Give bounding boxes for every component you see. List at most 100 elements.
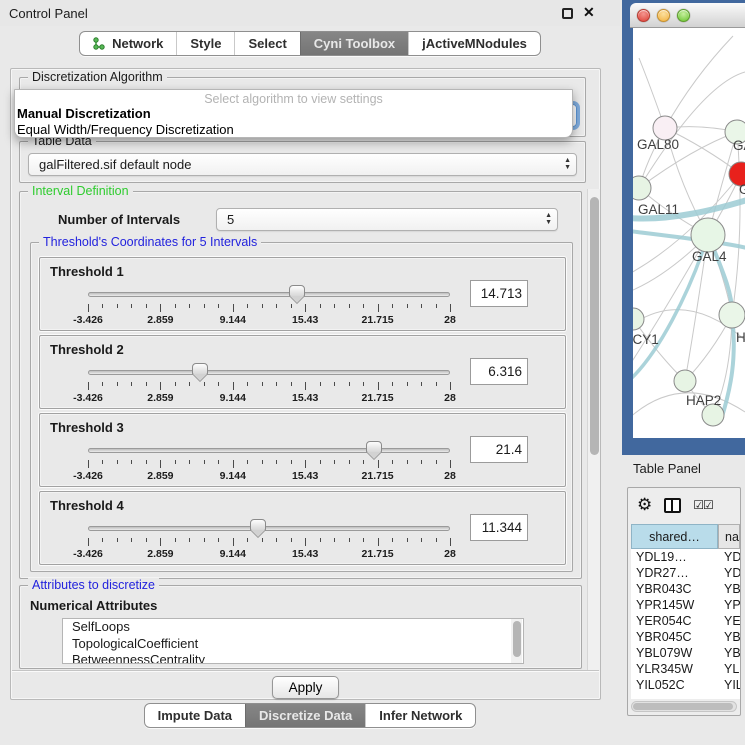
network-window: GAL80GAGGAL11GAL4GCY1HHAP2: [622, 0, 745, 455]
network-window-titlebar[interactable]: [630, 3, 745, 28]
tab-cyni-toolbox[interactable]: Cyni Toolbox: [300, 32, 408, 55]
select-columns-icon[interactable]: ☑☑: [693, 498, 713, 512]
slider-tick-labels: -3.4262.8599.14415.4321.71528: [88, 392, 450, 404]
column-header[interactable]: shared…: [631, 524, 718, 549]
tab-impute-data[interactable]: Impute Data: [145, 704, 245, 727]
slider-track[interactable]: [88, 370, 450, 375]
slider-track[interactable]: [88, 292, 450, 297]
float-window-icon[interactable]: [562, 8, 573, 19]
table-row[interactable]: YDL19…YDL1: [631, 549, 740, 565]
num-intervals-label: Number of Intervals: [58, 212, 180, 227]
split-columns-icon[interactable]: [664, 498, 681, 513]
threshold-panel: Threshold 2 -3.4262.8599.14415.4321.71528…: [39, 335, 566, 409]
tab-network[interactable]: Network: [80, 32, 176, 55]
node-label: GAL80: [637, 137, 679, 152]
table-cell: YER0: [718, 613, 740, 629]
tab-label: jActiveMNodules: [422, 36, 527, 51]
interval-definition-group: Interval Definition Number of Intervals …: [19, 191, 582, 579]
table-row[interactable]: YPR145WYPR1: [631, 597, 740, 613]
threshold-panel: Threshold 3 -3.4262.8599.14415.4321.71528…: [39, 413, 566, 487]
network-edge[interactable]: [633, 319, 685, 381]
node-label: GCY1: [633, 332, 659, 347]
threshold-slider[interactable]: -3.4262.8599.14415.4321.71528: [88, 518, 450, 562]
table-cell: YIL052C: [631, 677, 718, 693]
threshold-label: Threshold 3: [50, 420, 124, 435]
table-row[interactable]: YIL052CYIL0: [631, 677, 740, 693]
slider-tick-labels: -3.4262.8599.14415.4321.71528: [88, 548, 450, 560]
tab-discretize-data[interactable]: Discretize Data: [245, 704, 365, 727]
tab-infer-network[interactable]: Infer Network: [365, 704, 475, 727]
network-edge[interactable]: [665, 36, 733, 128]
thresholds-group: Threshold's Coordinates for 5 Intervals …: [30, 242, 573, 572]
network-node[interactable]: [691, 218, 725, 252]
threshold-value-field[interactable]: 21.4: [470, 436, 528, 463]
node-label: H: [736, 330, 745, 345]
tab-label: Discretize Data: [259, 708, 352, 723]
slider-track[interactable]: [88, 526, 450, 531]
slider-thumb[interactable]: [192, 363, 208, 382]
table-horizontal-scrollbar[interactable]: [631, 701, 737, 712]
network-node[interactable]: [674, 370, 696, 392]
num-intervals-combobox[interactable]: 5 ▲▼: [216, 208, 558, 231]
table-panel-title: Table Panel: [633, 461, 701, 476]
minimize-traffic-light[interactable]: [657, 9, 670, 22]
threshold-value-field[interactable]: 6.316: [470, 358, 528, 385]
threshold-slider[interactable]: -3.4262.8599.14415.4321.71528: [88, 284, 450, 328]
network-node[interactable]: [719, 302, 745, 328]
table-row[interactable]: YBR045CYBR0: [631, 629, 740, 645]
node-table: shared…na YDL19…YDL1YDR27…YDR2YBR043CYBR…: [631, 524, 740, 699]
tab-label: Style: [190, 36, 221, 51]
settings-gear-icon[interactable]: ⚙: [637, 495, 652, 515]
attributes-list-scrollbar[interactable]: [511, 619, 522, 663]
threshold-label: Threshold 2: [50, 342, 124, 357]
slider-thumb[interactable]: [289, 285, 305, 304]
slider-thumb[interactable]: [366, 441, 382, 460]
group-title: Threshold's Coordinates for 5 Intervals: [39, 235, 261, 249]
dropdown-option[interactable]: Equal Width/Frequency Discretization: [15, 122, 572, 138]
table-cell: YDR27…: [631, 565, 718, 581]
table-row[interactable]: YER054CYER0: [631, 613, 740, 629]
combobox-value: 5: [227, 212, 234, 227]
tab-select[interactable]: Select: [234, 32, 299, 55]
table-cell: YER054C: [631, 613, 718, 629]
numerical-attributes-label: Numerical Attributes: [30, 598, 157, 613]
attribute-list-item[interactable]: SelfLoops: [63, 619, 523, 636]
attribute-list-item[interactable]: TopologicalCoefficient: [63, 636, 523, 653]
table-data-combobox[interactable]: galFiltered.sif default node ▲▼: [28, 153, 577, 176]
table-cell: YBR043C: [631, 581, 718, 597]
attribute-list-item[interactable]: BetweennessCentrality: [63, 652, 523, 664]
attributes-group: Attributes to discretize Numerical Attri…: [19, 585, 582, 669]
network-node[interactable]: [633, 308, 644, 330]
dropdown-hint: Select algorithm to view settings: [15, 92, 572, 106]
zoom-traffic-light[interactable]: [677, 9, 690, 22]
slider-thumb[interactable]: [250, 519, 266, 538]
table-row[interactable]: YBR043CYBR0: [631, 581, 740, 597]
cyni-mode-tabs: Impute Data Discretize Data Infer Network: [144, 703, 477, 728]
threshold-label: Threshold 4: [50, 498, 124, 513]
close-icon[interactable]: ✕: [583, 4, 595, 21]
threshold-slider[interactable]: -3.4262.8599.14415.4321.71528: [88, 440, 450, 484]
threshold-value-field[interactable]: 14.713: [470, 280, 528, 307]
table-row[interactable]: YLR345WYLR3: [631, 661, 740, 677]
close-traffic-light[interactable]: [637, 9, 650, 22]
network-edge[interactable]: [633, 231, 745, 248]
table-cell: YBR045C: [631, 629, 718, 645]
table-row[interactable]: YDR27…YDR2: [631, 565, 740, 581]
threshold-value-field[interactable]: 11.344: [470, 514, 528, 541]
slider-ticks: [88, 460, 450, 469]
table-row[interactable]: YBL079WYBL0: [631, 645, 740, 661]
content-vertical-scrollbar[interactable]: [587, 189, 600, 671]
slider-track[interactable]: [88, 448, 450, 453]
network-canvas[interactable]: GAL80GAGGAL11GAL4GCY1HHAP2: [633, 28, 745, 438]
network-edge[interactable]: [732, 132, 740, 315]
tab-jactivemnodules[interactable]: jActiveMNodules: [408, 32, 540, 55]
table-cell: YLR3: [718, 661, 740, 677]
numerical-attributes-list[interactable]: SelfLoopsTopologicalCoefficientBetweenne…: [62, 618, 524, 664]
apply-button[interactable]: Apply: [272, 676, 340, 699]
column-header[interactable]: na: [718, 524, 740, 549]
threshold-slider[interactable]: -3.4262.8599.14415.4321.71528: [88, 362, 450, 406]
node-label: HAP2: [686, 393, 721, 408]
dropdown-option[interactable]: Manual Discretization: [15, 106, 572, 122]
tab-label: Infer Network: [379, 708, 462, 723]
tab-style[interactable]: Style: [176, 32, 234, 55]
